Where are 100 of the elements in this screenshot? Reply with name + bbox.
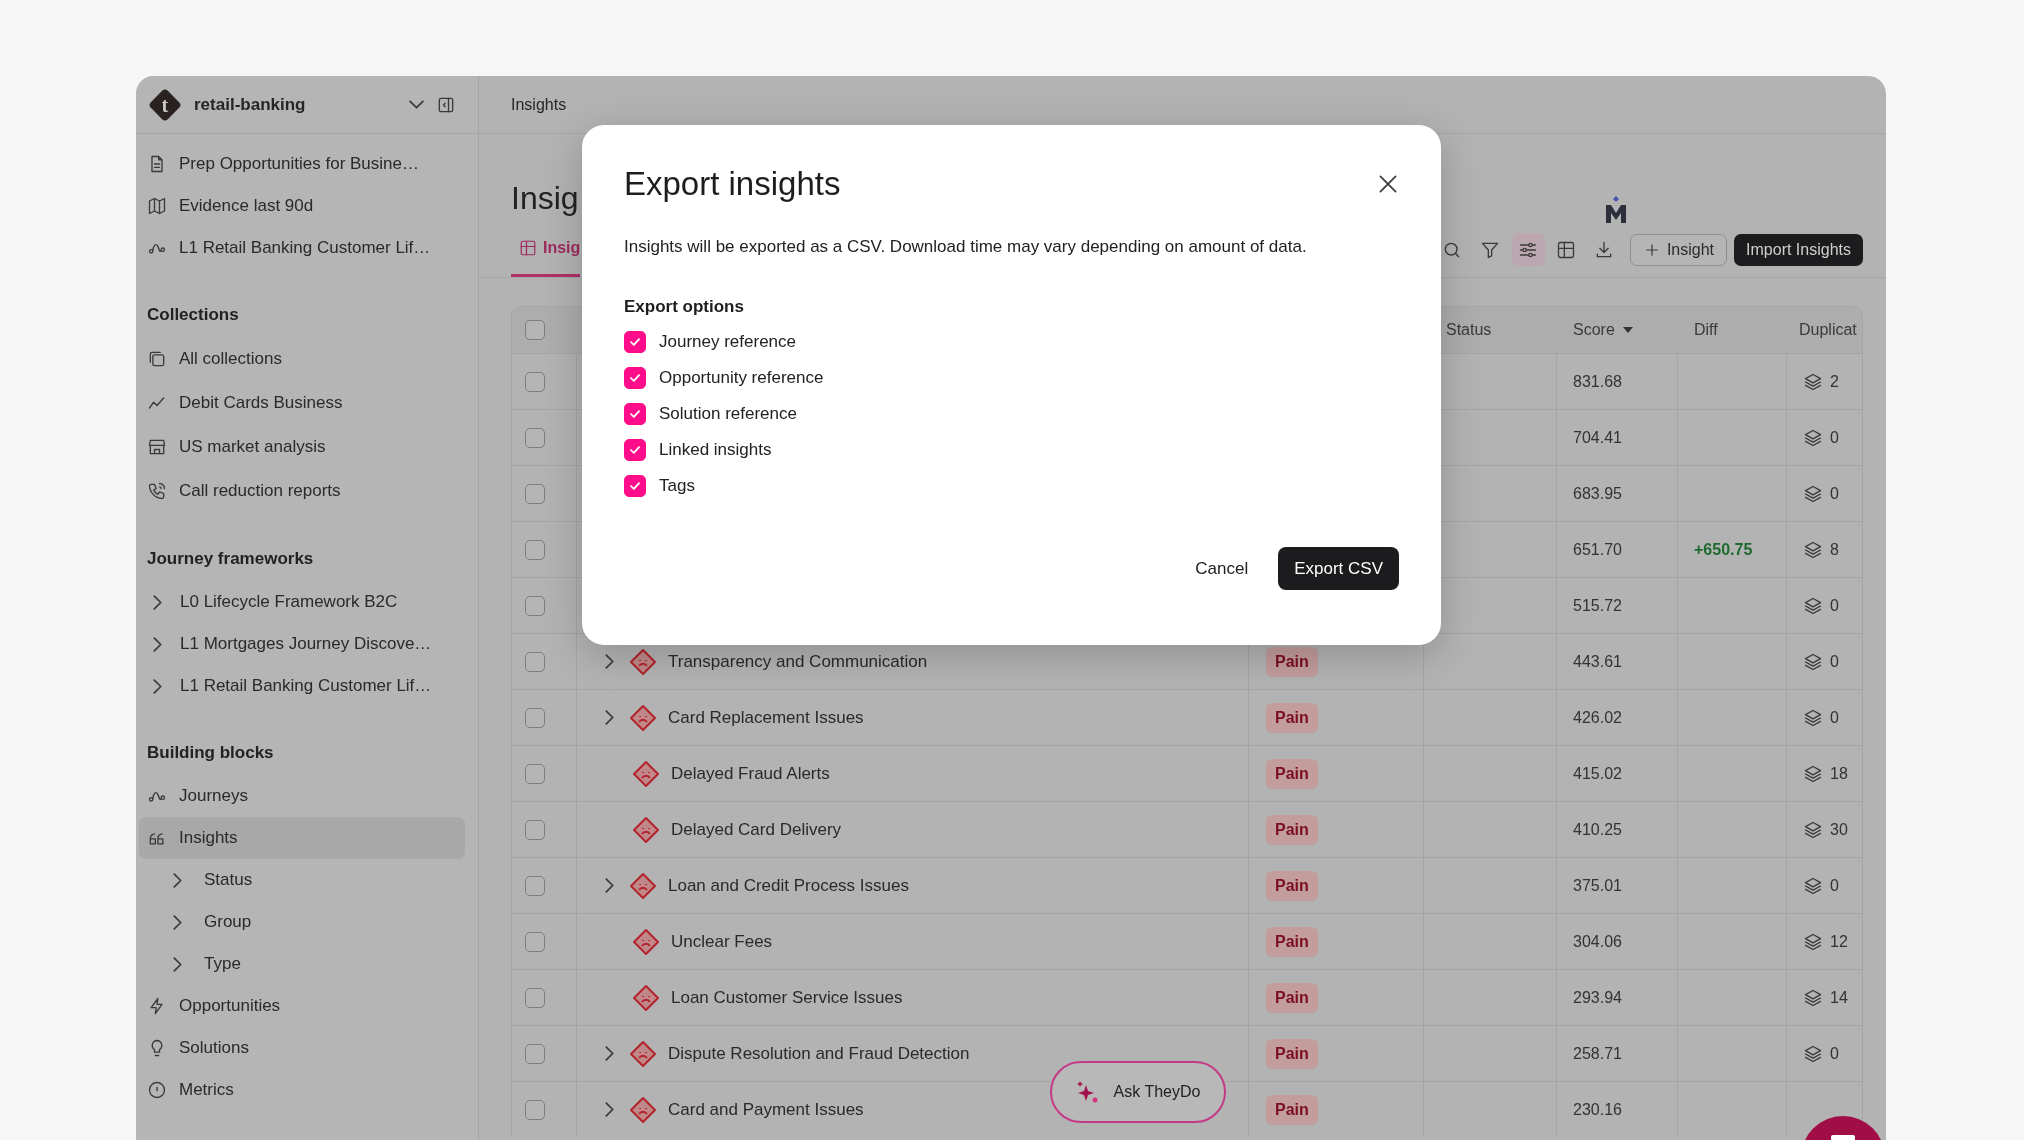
row-checkbox[interactable] [525,371,545,392]
row-checkbox[interactable] [525,427,545,448]
type-tag: Pain [1266,870,1318,901]
duplicates-count: 12 [1830,932,1848,951]
expand-chevron-icon [605,654,614,669]
sidebar-item[interactable]: All collections [139,337,465,381]
row-checkbox[interactable] [525,875,545,896]
type-tag: Pain [1266,1094,1318,1125]
sliders-button[interactable] [1511,233,1545,266]
row-checkbox[interactable] [525,1099,545,1120]
chevron-right-icon [173,872,182,888]
check-icon [628,443,642,457]
score-cell: 230.16 [1573,1100,1622,1119]
duplicates-count: 0 [1830,596,1839,615]
row-checkbox[interactable] [525,539,545,560]
insight-name[interactable]: Dispute Resolution and Fraud Detection [668,1043,970,1064]
score-cell: 704.41 [1573,428,1622,447]
layers-icon [1803,539,1823,560]
option-checkbox[interactable] [624,475,646,497]
layers-icon [1803,427,1823,448]
row-checkbox[interactable] [525,651,545,672]
sidebar-item[interactable]: L1 Retail Banking Customer Lif… [139,227,465,269]
duplicates-count: 0 [1830,652,1839,671]
sidebar-item[interactable]: Call reduction reports [139,469,465,513]
insight-name[interactable]: Loan and Credit Process Issues [668,875,909,896]
option-label[interactable]: Journey reference [659,332,797,352]
option-label[interactable]: Linked insights [659,440,772,460]
sidebar-item[interactable]: Status [139,859,465,901]
column-header[interactable]: Score [1573,321,1615,339]
row-checkbox[interactable] [525,707,545,728]
sidebar-item[interactable]: Metrics [139,1069,465,1111]
sidebar-item[interactable]: Solutions [139,1027,465,1069]
option-checkbox[interactable] [624,367,646,389]
row-checkbox[interactable] [525,1043,545,1064]
select-all-checkbox[interactable] [525,320,545,340]
add-insight-button[interactable]: Insight [1629,233,1728,266]
option-checkbox[interactable] [624,403,646,425]
sidebar-item[interactable]: Insights [139,817,465,859]
sidebar-item[interactable]: Group [139,901,465,943]
sidebar-item[interactable]: Prep Opportunities for Busine… [139,143,465,185]
sidebar-item[interactable]: US market analysis [139,425,465,469]
gauge-icon [147,1080,167,1100]
expand-chevron-icon [605,710,614,725]
row-checkbox[interactable] [525,763,545,784]
sidebar-item[interactable]: Evidence last 90d [139,185,465,227]
sad-face-icon [632,815,660,844]
option-label[interactable]: Opportunity reference [659,368,824,388]
export-button[interactable]: Export CSV [1278,547,1399,590]
sidebar-item[interactable]: Opportunities [139,985,465,1027]
layers-icon [1803,707,1823,728]
column-header[interactable]: Diff [1694,321,1718,339]
expand-chevron-icon [605,878,614,893]
row-checkbox[interactable] [525,931,545,952]
insight-name[interactable]: Loan Customer Service Issues [671,987,903,1008]
import-button[interactable]: Import Insights [1734,233,1863,266]
insight-name[interactable]: Delayed Card Delivery [671,819,842,840]
layers-icon [1803,1043,1823,1064]
score-cell: 515.72 [1573,596,1622,615]
layers-icon [1803,763,1823,784]
breadcrumb[interactable]: Insights [511,95,567,114]
cancel-button[interactable]: Cancel [1191,550,1253,587]
type-tag: Pain [1266,646,1318,677]
row-checkbox[interactable] [525,819,545,840]
map-icon [147,196,167,216]
duplicates-count: 8 [1830,540,1839,559]
option-checkbox[interactable] [624,439,646,461]
row-checkbox[interactable] [525,595,545,616]
sidebar-item[interactable]: Debit Cards Business [139,381,465,425]
type-tag: Pain [1266,814,1318,845]
row-checkbox[interactable] [525,987,545,1008]
insight-name[interactable]: Transparency and Communication [668,651,928,672]
sidebar-item[interactable]: Type [139,943,465,985]
layers-icon [1803,875,1823,896]
insight-name[interactable]: Card Replacement Issues [668,707,864,728]
type-tag: Pain [1266,982,1318,1013]
sidebar-item[interactable]: L1 Mortgages Journey Discove… [139,623,465,665]
insight-name[interactable]: Card and Payment Issues [668,1099,864,1120]
expand-chevron-icon [605,1102,614,1117]
column-header[interactable]: Status [1446,321,1492,339]
ask-button[interactable]: Ask TheyDo [1050,1061,1226,1123]
row-checkbox[interactable] [525,483,545,504]
column-header[interactable]: Duplicat [1799,321,1857,339]
sidebar-item[interactable]: L0 Lifecycle Framework B2C [139,581,465,623]
score-cell: 258.71 [1573,1044,1622,1063]
workspace-name[interactable]: retail-banking [194,94,397,115]
type-tag: Pain [1266,926,1318,957]
score-cell: 304.06 [1573,932,1622,951]
layers-icon [1803,987,1823,1008]
insight-name[interactable]: Delayed Fraud Alerts [671,763,830,784]
sort-down-icon[interactable] [1622,327,1633,333]
option-label[interactable]: Solution reference [659,404,797,424]
section-heading: Collections [146,304,240,326]
sidebar-item[interactable]: L1 Retail Banking Customer Lif… [139,665,465,707]
option-label[interactable]: Tags [659,476,695,496]
store-icon [147,437,167,457]
sidebar-item[interactable]: Journeys [139,775,465,817]
layers-icon [1803,483,1823,504]
insight-name[interactable]: Unclear Fees [671,931,773,952]
option-checkbox[interactable] [624,331,646,353]
score-cell: 831.68 [1573,372,1622,391]
